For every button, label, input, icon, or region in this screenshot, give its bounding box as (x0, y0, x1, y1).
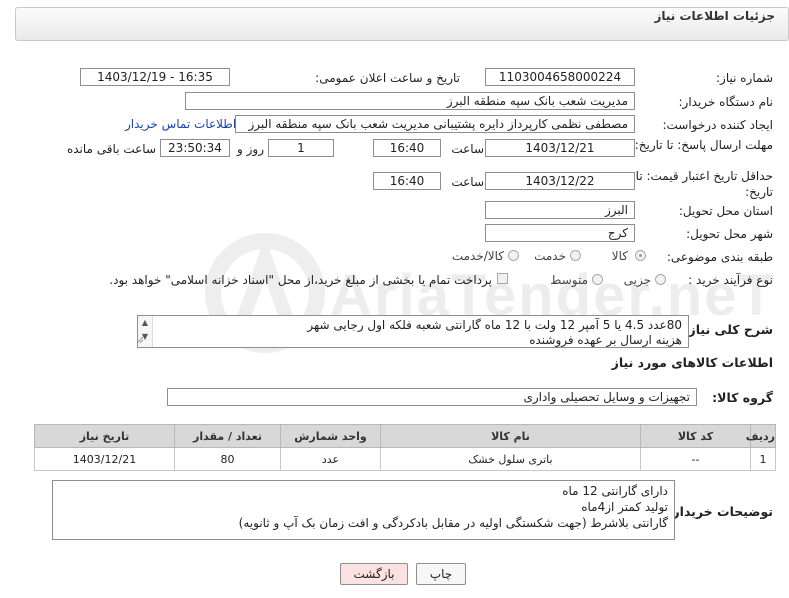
col-header-unit: واحد شمارش (280, 424, 381, 448)
category-label: طبقه بندی موضوعی: (666, 250, 773, 264)
category-option-goods-service: کالا/خدمت (451, 249, 504, 263)
buyer-label: نام دستگاه خریدار: (678, 95, 774, 109)
buyer-field: مدیریت شعب بانک سپه منطقه البرز (185, 92, 635, 110)
category-option-goods: کالا (611, 249, 628, 263)
category-option-service: خدمت (534, 249, 566, 263)
process-radio-minor[interactable] (655, 274, 666, 285)
cell-code: -- (640, 447, 751, 471)
deadline-time-label: ساعت (451, 142, 484, 156)
buyer-notes-line-3: گارانتی بلاشرط (جهت شکستگی اولیه در مقاب… (238, 516, 668, 530)
province-field: البرز (485, 201, 635, 219)
deadline-label: مهلت ارسال پاسخ: تا تاریخ: (634, 138, 773, 152)
buyer-notes-line-2: تولید کمتر از4ماه (581, 500, 668, 514)
need-number-field: 1103004658000224 (485, 68, 635, 86)
deadline-days-field: 1 (268, 139, 334, 157)
description-line-1: 80عدد 4.5 یا 5 آمپر 12 ولت با 12 ماه گار… (307, 318, 682, 332)
deadline-time-field: 16:40 (373, 139, 441, 157)
col-header-index: ردیف (746, 424, 776, 448)
category-radio-goods[interactable] (635, 250, 646, 261)
validity-label: حداقل تاریخ اعتبار قیمت: تا تاریخ: (635, 169, 773, 199)
buyer-notes-label: توضیحات خریدار: (667, 504, 773, 519)
resize-grip-icon[interactable] (136, 336, 144, 344)
goods-section-title: اطلاعات کالاهای مورد نیاز (611, 355, 773, 370)
goods-table: ردیف کد کالا نام کالا واحد شمارش تعداد /… (34, 424, 776, 471)
description-textarea[interactable]: 80عدد 4.5 یا 5 آمپر 12 ولت با 12 ماه گار… (137, 315, 689, 348)
announce-field: 1403/12/19 - 16:35 (80, 68, 230, 86)
page-title: جزئیات اطلاعات نیاز (654, 9, 775, 23)
cell-date: 1403/12/21 (34, 447, 175, 471)
col-header-date: تاریخ نیاز (34, 424, 175, 448)
description-line-2: هزینه ارسال بر عهده فروشنده (529, 333, 682, 347)
cell-qty: 80 (174, 447, 281, 471)
back-button[interactable]: بازگشت (340, 563, 408, 585)
process-radio-medium[interactable] (592, 274, 603, 285)
city-field: کرج (485, 224, 635, 242)
col-header-name: نام کالا (380, 424, 641, 448)
cell-name: باتری سلول خشک (380, 447, 641, 471)
col-header-code: کد کالا (640, 424, 751, 448)
process-option-medium: متوسط (550, 273, 588, 287)
deadline-days-label: روز و (237, 142, 264, 156)
scroll-up-icon[interactable]: ▲ (138, 316, 152, 330)
deadline-date-field: 1403/12/21 (485, 139, 635, 157)
creator-label: ایجاد کننده درخواست: (662, 118, 773, 132)
table-header-row: ردیف کد کالا نام کالا واحد شمارش تعداد /… (34, 424, 776, 448)
treasury-payment-note: پرداخت تمام یا بخشی از مبلغ خرید،از محل … (109, 273, 492, 287)
category-radio-goods-service[interactable] (508, 250, 519, 261)
treasury-payment-checkbox[interactable] (497, 273, 508, 284)
validity-date-field: 1403/12/22 (485, 172, 635, 190)
description-label: شرح کلی نیاز: (683, 322, 773, 337)
province-label: استان محل تحویل: (678, 204, 773, 218)
announce-label: تاریخ و ساعت اعلان عمومی: (315, 71, 460, 85)
cell-index: 1 (750, 447, 776, 471)
category-radio-service[interactable] (570, 250, 581, 261)
goods-group-label: گروه کالا: (712, 390, 773, 405)
remaining-time-label: ساعت باقی مانده (66, 142, 156, 156)
col-header-qty: تعداد / مقدار (174, 424, 281, 448)
buyer-contact-link[interactable]: اطلاعات تماس خریدار (125, 117, 236, 131)
table-row: 1 -- باتری سلول خشک عدد 80 1403/12/21 (34, 447, 776, 471)
buyer-notes-line-1: دارای گارانتی 12 ماه (562, 484, 668, 498)
process-option-minor: جزیی (623, 273, 651, 287)
need-number-label: شماره نیاز: (716, 71, 773, 85)
validity-time-label: ساعت (451, 175, 484, 189)
buyer-notes-textarea[interactable]: دارای گارانتی 12 ماه تولید کمتر از4ماه گ… (52, 480, 675, 540)
creator-field: مصطفی نظمی کارپرداز دایره پشتیبانی مدیری… (235, 115, 635, 133)
cell-unit: عدد (280, 447, 381, 471)
process-label: نوع فرآیند خرید : (688, 273, 773, 287)
validity-time-field: 16:40 (373, 172, 441, 190)
goods-group-field: تجهیزات و وسایل تحصیلی واداری (167, 388, 697, 406)
print-button[interactable]: چاپ (416, 563, 466, 585)
city-label: شهر محل تحویل: (686, 227, 773, 241)
remaining-time-field: 23:50:34 (160, 139, 230, 157)
